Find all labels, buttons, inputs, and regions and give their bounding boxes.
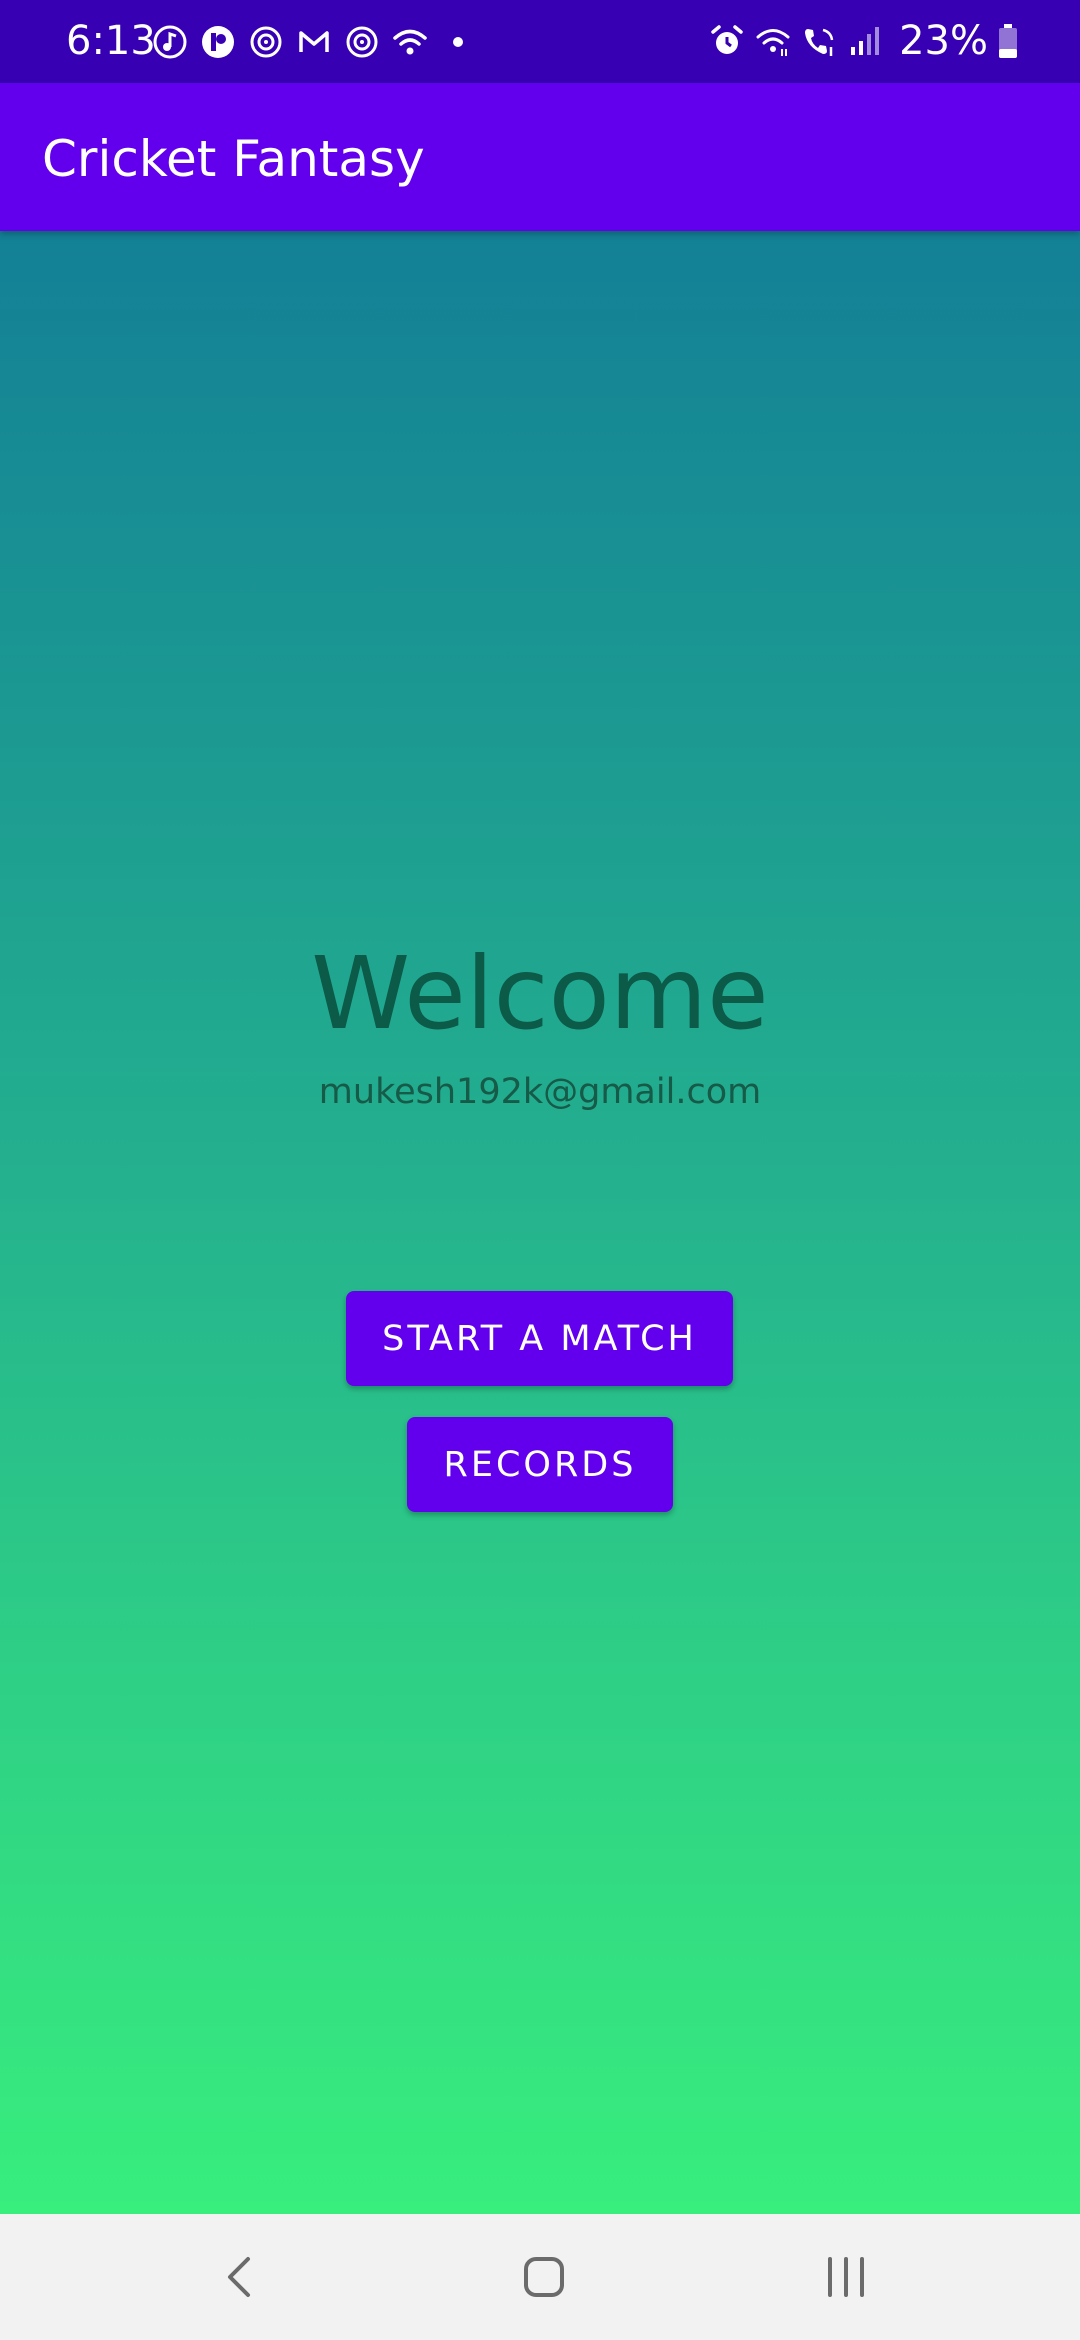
user-email: mukesh192k@gmail.com	[318, 1072, 762, 1112]
records-button[interactable]: RECORDS	[407, 1417, 673, 1512]
app-notification-icon	[200, 24, 236, 60]
app-bar: Cricket Fantasy	[0, 83, 1080, 231]
sync-icon	[344, 24, 380, 60]
wifi-calling-icon	[755, 23, 791, 59]
battery-icon	[998, 23, 1018, 59]
status-notification-icons	[152, 22, 476, 62]
wifi-icon	[392, 24, 428, 60]
recents-icon[interactable]	[806, 2237, 886, 2317]
navigation-bar	[0, 2214, 1080, 2340]
back-icon[interactable]	[201, 2237, 281, 2317]
signal-icon	[847, 23, 883, 59]
dot-icon	[440, 24, 476, 60]
alarm-icon	[709, 23, 745, 59]
gmail-icon	[296, 24, 332, 60]
welcome-heading: Welcome	[311, 935, 769, 1052]
status-bar: 6:13 23%	[0, 0, 1080, 83]
home-icon[interactable]	[504, 2237, 584, 2317]
music-note-icon	[152, 24, 188, 60]
screen: 6:13 23% Cricket Fantasy Welcome mukesh1…	[0, 0, 1080, 2340]
volte-call-icon	[801, 23, 837, 59]
sync-icon	[248, 24, 284, 60]
app-title: Cricket Fantasy	[42, 130, 425, 188]
battery-percent: 23%	[899, 18, 988, 64]
status-system-icons: 23%	[709, 17, 1018, 65]
main-content	[0, 231, 1080, 2214]
status-time: 6:13	[66, 18, 156, 64]
start-match-button[interactable]: START A MATCH	[346, 1291, 733, 1386]
